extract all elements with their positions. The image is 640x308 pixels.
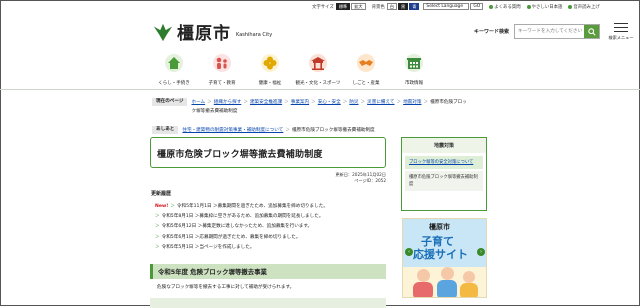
nav-item-work[interactable]: しごと・産業: [342, 53, 390, 86]
history-list: New! ＞令和5年11月1日 ＞募集期間を過ぎたため、追加募集を締め切りました。…: [155, 202, 328, 253]
side-nav-link-block-safety[interactable]: ブロック塀等の安全対策について: [405, 156, 483, 169]
search-menu-label: 検索メニュー: [608, 35, 634, 40]
search-input[interactable]: [515, 25, 584, 38]
breadcrumb-link[interactable]: 地震対策: [403, 100, 421, 105]
banner-next-button[interactable]: ›: [477, 248, 485, 256]
global-nav: くらし・手続き 子育て・教育 健康・福祉 観光・文化・スポーツ しごと・産業 市…: [150, 53, 438, 86]
bg-black-button[interactable]: 黒: [398, 3, 409, 10]
arrow-icon: ＞: [155, 244, 160, 250]
footprint-current: 橿原市危険ブロック塀等撤去費補助制度: [291, 128, 375, 133]
nav-item-living[interactable]: くらし・手続き: [150, 53, 198, 86]
city-name: 橿原市: [177, 24, 231, 44]
hamburger-icon: [614, 22, 628, 32]
breadcrumb-link[interactable]: 防災: [349, 100, 358, 105]
side-nav-heading: 地震対策: [402, 138, 486, 153]
section-text: 危険なブロック塀等を撤去する工事に対して補助が受けられます。: [157, 285, 295, 290]
breadcrumb-link[interactable]: ホーム: [191, 100, 205, 105]
arrow-icon: ＞: [155, 224, 160, 230]
child-illustration: [437, 280, 457, 297]
banner-prev-button[interactable]: ‹: [405, 248, 413, 256]
breadcrumb-link[interactable]: 組織から探す: [214, 100, 242, 105]
page-title: 橿原市危険ブロック塀等撤去費補助制度: [157, 150, 323, 160]
section-heading: 令和5年度 危険ブロック塀等撤去事業: [150, 264, 386, 279]
faq-link[interactable]: よくある質問: [489, 4, 521, 10]
breadcrumb-link[interactable]: 災害に備えて: [367, 100, 394, 105]
child-illustration: [460, 283, 478, 297]
easy-japanese-link[interactable]: やさしい日本語: [526, 4, 562, 10]
breadcrumb-trail: ホーム＞組織から探す＞建築安全推進課＞事業案内＞安心・安全＞防災＞災害に備えて＞…: [191, 100, 467, 114]
city-name-english: Kashihara City: [236, 31, 273, 38]
footprint-link[interactable]: 住宅・建築物の耐震対策事業・補助制度について: [182, 128, 283, 133]
new-badge: New!: [155, 204, 169, 209]
temple-icon: [309, 54, 327, 72]
font-size-label: 文字サイズ: [312, 4, 334, 10]
child-illustration: [413, 282, 433, 297]
circle-icon: [489, 4, 494, 9]
arrow-icon: ＞: [155, 234, 160, 240]
page-id: ページID：2052: [354, 178, 386, 183]
keyword-search-label: キーワード検索: [474, 29, 510, 35]
list-item: New! ＞令和5年11月1日 ＞募集期間を過ぎたため、追加募集を締め切りました。: [155, 204, 328, 209]
list-item: ＞令和5年6月12日 ＞募集定数に達しなかったため、追加募集を行います。: [155, 224, 313, 230]
cityhall-icon: [405, 54, 423, 72]
breadcrumb-link[interactable]: 事業案内: [291, 100, 309, 105]
child-illustration: [417, 269, 430, 282]
breadcrumb-label: 現在のページ: [152, 98, 188, 106]
list-item: ＞令和5年6月1日 ＞応募期間が過ぎたため、募集を締め切りました。: [155, 234, 301, 240]
subsection-heading-bar: [150, 298, 386, 308]
page-meta: 更新日：2025年11月02日 ページID：2052: [300, 172, 386, 184]
site-logo[interactable]: 橿原市 Kashihara City: [152, 19, 272, 44]
utility-bar: 文字サイズ 標準 拡大 背景色 白 黒 青 Select Language GO…: [312, 2, 606, 11]
bg-white-button[interactable]: 白: [386, 3, 397, 10]
language-select[interactable]: Select Language: [423, 3, 470, 10]
search-button[interactable]: [584, 25, 599, 38]
circle-icon: [568, 4, 573, 9]
bg-blue-button[interactable]: 青: [409, 3, 420, 10]
banner-title-line2: 応援サイト: [413, 248, 468, 261]
child-illustration: [463, 271, 475, 283]
circle-icon: [526, 4, 531, 9]
breadcrumb: 現在のページ ホーム＞組織から探す＞建築安全推進課＞事業案内＞安心・安全＞防災＞…: [152, 98, 470, 135]
nav-item-health[interactable]: 健康・福祉: [246, 53, 294, 86]
arrow-icon: ＞: [155, 214, 160, 220]
font-large-button[interactable]: 拡大: [351, 3, 366, 10]
banner-city: 橿原市: [429, 223, 450, 231]
side-nav: 地震対策 ブロック塀等の安全対策について 橿原市危険ブロック塀等撤去補助制度: [401, 137, 487, 211]
read-aloud-link[interactable]: 音声読み上げ: [568, 4, 600, 10]
breadcrumb-link[interactable]: 安心・安全: [318, 100, 341, 105]
arrow-icon: ＞: [170, 204, 175, 209]
search-icon: [587, 27, 596, 36]
family-icon: [213, 54, 231, 72]
language-go-button[interactable]: GO: [470, 3, 484, 10]
font-standard-button[interactable]: 標準: [335, 3, 351, 10]
search-box: [514, 24, 600, 39]
nav-item-city-info[interactable]: 市政情報: [390, 53, 438, 86]
city-emblem-icon: [153, 23, 173, 41]
handshake-icon: [357, 54, 375, 72]
clover-icon: [261, 54, 279, 72]
background-color-label: 背景色: [371, 4, 385, 10]
side-nav-link-current[interactable]: 橿原市危険ブロック塀等撤去補助制度: [405, 171, 483, 191]
page-title-box: 橿原市危険ブロック塀等撤去費補助制度: [150, 137, 386, 168]
footprint-label: あしあと: [152, 126, 179, 134]
header-divider: [0, 89, 640, 90]
search-menu-button[interactable]: 検索メニュー: [607, 20, 635, 41]
nav-item-tourism[interactable]: 観光・文化・スポーツ: [294, 53, 342, 86]
history-heading: 更新履歴: [151, 191, 172, 197]
list-item: ＞令和5年5月1日 ＞当ページを作成しました。: [155, 244, 255, 250]
house-icon: [165, 54, 183, 72]
childcare-support-banner[interactable]: 橿原市 子育て 応援サイト ‹ ›: [402, 218, 487, 298]
list-item: ＞令和5年8月1日 ＞募集枠に空きがあるため、追加募集の期間を延長しました。: [155, 214, 324, 220]
child-illustration: [441, 267, 454, 280]
nav-item-childcare[interactable]: 子育て・教育: [198, 53, 246, 86]
breadcrumb-link[interactable]: 建築安全推進課: [250, 100, 282, 105]
